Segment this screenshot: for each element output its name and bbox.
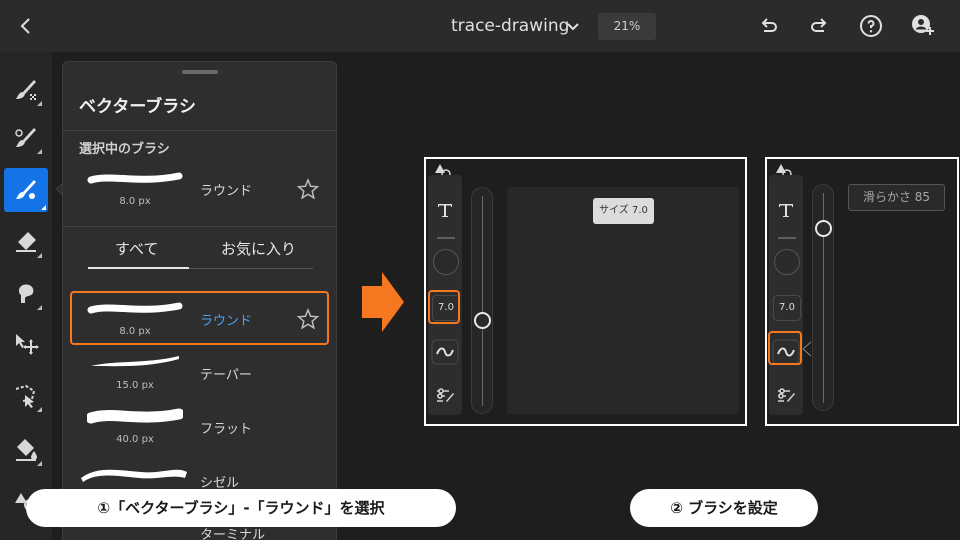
tool-eraser[interactable] (8, 224, 44, 260)
tool-transform[interactable] (8, 326, 44, 362)
brush-stroke-preview (81, 469, 187, 482)
tool-live-brush[interactable] (8, 120, 44, 156)
current-brush[interactable]: 8.0 px ラウンド (63, 168, 336, 218)
step-2-label: ② ブラシを設定 (630, 489, 818, 527)
top-bar: trace-drawing 21% (0, 0, 960, 52)
document-title[interactable]: trace-drawing (451, 16, 569, 36)
brush-color-swatch[interactable] (433, 249, 459, 275)
brush-size: 8.0 px (119, 196, 151, 207)
zoom-level[interactable]: 21% (598, 13, 656, 40)
current-brush-label: 選択中のブラシ (79, 142, 170, 157)
chevron-left-icon (20, 18, 30, 34)
undo-button[interactable] (756, 14, 780, 38)
divider (437, 237, 455, 239)
smoothing-slider[interactable] (812, 184, 834, 411)
tool-options-corner (37, 101, 42, 106)
brush-item-flat[interactable]: 40.0 px フラット (63, 406, 336, 456)
brush-panel: ベクターブラシ 選択中のブラシ 8.0 px ラウンド すべて お気に入り 8.… (62, 61, 337, 540)
tool-options-corner (37, 407, 42, 412)
tool-fill[interactable] (8, 432, 44, 468)
tilde-icon (431, 339, 459, 365)
tool-options-corner (37, 461, 42, 466)
brush-options-bar: 7.0 (769, 175, 803, 415)
tab-all[interactable]: すべて (115, 238, 158, 259)
size-slider[interactable] (471, 187, 493, 414)
arrow-right-icon (362, 272, 404, 332)
brush-color-swatch[interactable] (774, 249, 800, 275)
live-brush-icon (15, 128, 36, 147)
brush-size: 40.0 px (116, 434, 154, 445)
panel-title: ベクターブラシ (79, 97, 196, 117)
text-tool-icon (438, 204, 452, 217)
brush-size: 15.0 px (116, 380, 154, 391)
brush-stroke-preview (87, 408, 183, 424)
brush-settings-icon (778, 388, 795, 402)
divider (63, 226, 336, 227)
redo-icon (811, 18, 827, 32)
vector-brush-icon (16, 180, 36, 199)
panel-drag-handle[interactable] (182, 70, 218, 74)
tool-options-corner (37, 253, 42, 258)
brush-name: フラット (200, 422, 253, 437)
tool-pixel-brush[interactable] (8, 72, 44, 108)
tab-underline (189, 268, 313, 269)
text-tool-button[interactable] (769, 201, 803, 219)
invite-button[interactable] (911, 14, 935, 38)
smudge-icon (18, 284, 34, 303)
brush-name: テーパー (200, 368, 252, 383)
selection-highlight (70, 291, 329, 345)
tool-options-corner (41, 205, 46, 210)
brush-settings-button[interactable] (428, 387, 462, 405)
size-value[interactable]: 7.0 (773, 295, 801, 321)
chevron-down-icon[interactable] (566, 18, 580, 32)
size-tooltip: サイズ 7.0 (593, 198, 654, 224)
fill-icon (16, 439, 37, 461)
smoothing-button[interactable] (428, 339, 462, 365)
transform-icon (16, 334, 39, 355)
tool-selection[interactable] (8, 378, 44, 414)
tool-options-corner (37, 305, 42, 310)
left-toolbar (0, 52, 52, 540)
brush-name: ラウンド (200, 184, 253, 199)
screenshot-smoothing-setting: 7.0 滑らかさ 85 (765, 157, 959, 426)
tab-favorites[interactable]: お気に入り (221, 238, 296, 259)
brush-settings-button[interactable] (769, 387, 803, 405)
slider-knob[interactable] (815, 220, 832, 237)
help-icon (860, 15, 882, 37)
tab-active-indicator (88, 267, 189, 269)
divider (63, 130, 336, 131)
slider-knob[interactable] (474, 312, 491, 329)
redo-button[interactable] (808, 14, 832, 38)
smoothing-tooltip: 滑らかさ 85 (848, 184, 945, 211)
brush-item-taper[interactable]: 15.0 px テーパー (63, 352, 336, 402)
brush-stroke-preview (87, 172, 183, 184)
divider (778, 237, 796, 239)
brush-settings-icon (437, 388, 454, 402)
text-tool-icon (779, 204, 793, 217)
tool-smudge[interactable] (8, 276, 44, 312)
star-outline-icon[interactable] (297, 178, 319, 200)
text-tool-button[interactable] (428, 201, 462, 219)
size-highlight (428, 290, 460, 324)
tool-options-corner (37, 149, 42, 154)
undo-icon (761, 18, 777, 32)
smoothing-highlight (768, 331, 802, 365)
lasso-icon (15, 384, 36, 408)
pixel-brush-icon (16, 80, 36, 100)
help-button[interactable] (859, 14, 883, 38)
brush-stroke-preview (91, 356, 179, 367)
slider-line (482, 196, 483, 406)
tool-vector-brush[interactable] (4, 168, 48, 212)
step-1-label: ①「ベクターブラシ」-「ラウンド」を選択 (26, 489, 456, 527)
add-user-icon (912, 15, 934, 35)
screenshot-size-setting: 7.0 サイズ 7.0 (424, 157, 747, 426)
eraser-icon (16, 232, 36, 252)
back-button[interactable] (14, 14, 38, 38)
